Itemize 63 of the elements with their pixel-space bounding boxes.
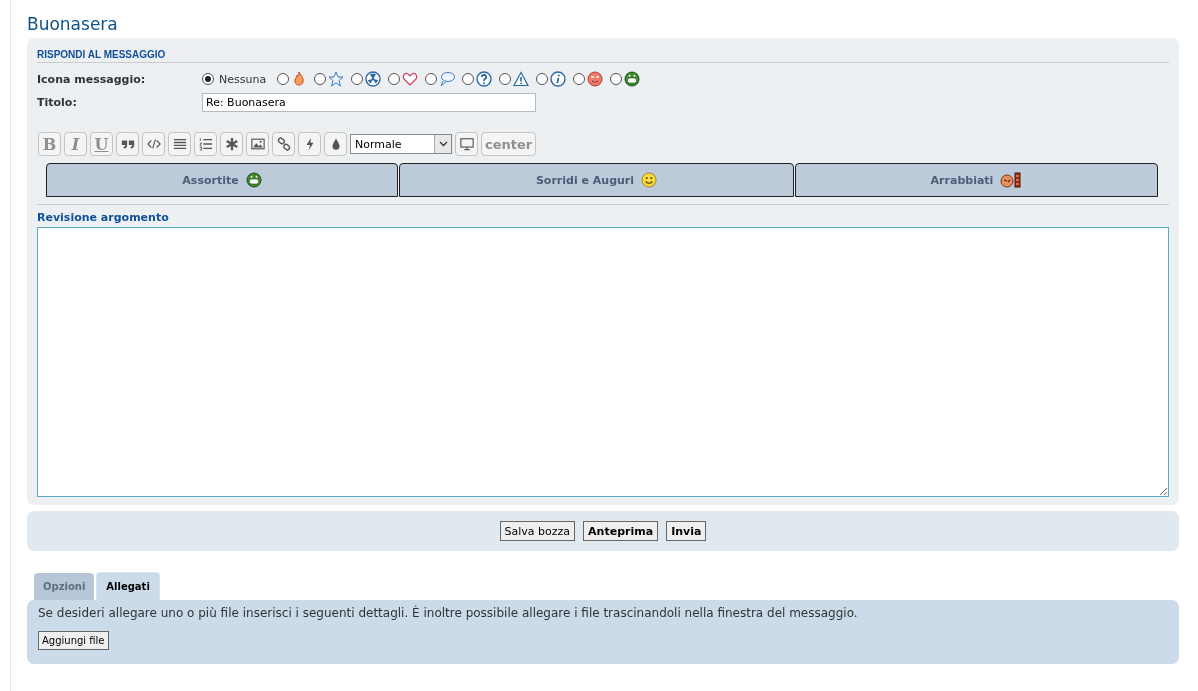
heart-icon [402, 71, 419, 87]
radio-button[interactable] [425, 73, 438, 85]
angry-face-icon [1000, 172, 1023, 188]
topic-title: Buonasera [27, 13, 119, 36]
action-button[interactable]: Salva bozza [499, 521, 576, 541]
image-button[interactable] [246, 132, 269, 156]
smiley-icon [641, 172, 658, 188]
star-icon [328, 71, 345, 87]
numlist-button[interactable] [194, 132, 217, 156]
winking-face-icon [587, 71, 604, 87]
monitor-button[interactable] [455, 132, 478, 156]
radio-button[interactable] [388, 73, 401, 85]
option-label: Nessuna [219, 72, 267, 86]
radio-button[interactable] [499, 73, 512, 85]
info-icon [550, 71, 567, 87]
warning-icon [513, 71, 530, 87]
tab[interactable]: Opzioni [34, 573, 95, 600]
bold-button[interactable]: B [38, 132, 61, 156]
title-input[interactable]: Re: Buonasera [202, 93, 536, 112]
code-button[interactable] [142, 132, 165, 156]
radio-button[interactable] [202, 73, 214, 85]
image-icon [250, 137, 265, 151]
speech-bubble-icon [439, 71, 456, 87]
numbered-list-icon [198, 137, 213, 151]
code-icon [146, 137, 161, 151]
chain-link-icon [276, 137, 291, 151]
grinning-face-icon [245, 172, 262, 188]
radiation-icon [365, 71, 382, 87]
list-button[interactable] [168, 132, 191, 156]
field-label: Icona messaggio: [37, 72, 147, 86]
quote-button[interactable] [116, 132, 139, 156]
center-button[interactable]: center [481, 132, 537, 156]
smiley-tab[interactable]: Sorridi e Auguri [399, 163, 794, 197]
asterisk-button[interactable] [220, 132, 243, 156]
section-heading: RISPONDI AL MESSAGGIO [37, 46, 1169, 63]
attachments-text: Se desideri allegare uno o più file inserisci i seguenti dettagli. È inoltre possibile allegare i file trascinandoli nella finestra del messaggio. [38, 606, 859, 620]
asterisk-icon [224, 137, 239, 151]
smiley-tab[interactable]: Assortite [46, 163, 398, 197]
field-label: Titolo: [37, 96, 78, 109]
caret-icon [438, 141, 448, 147]
font-size-select[interactable]: Normale [350, 134, 452, 154]
grinning-face-icon [624, 71, 641, 87]
smiley-tab[interactable]: Arrabbiati [795, 163, 1158, 197]
radio-button[interactable] [314, 73, 327, 85]
radio-button[interactable] [462, 73, 475, 85]
field-label: Revisione argomento [37, 211, 170, 224]
radio-button[interactable] [277, 73, 290, 85]
monitor-icon [459, 137, 474, 151]
action-button[interactable]: Invia [666, 521, 707, 541]
radio-button[interactable] [573, 73, 586, 85]
radio-button[interactable] [536, 73, 549, 85]
list-icon [172, 137, 187, 151]
flash-button[interactable] [298, 132, 321, 156]
drop-button[interactable] [324, 132, 347, 156]
question-icon [476, 71, 493, 87]
underline-button[interactable]: U [90, 132, 113, 156]
italic-button[interactable]: I [64, 132, 87, 156]
radio-button[interactable] [610, 73, 623, 85]
radio-button[interactable] [351, 73, 364, 85]
add-file-button[interactable]: Aggiungi file [38, 631, 109, 650]
link-button[interactable] [272, 132, 295, 156]
tab[interactable]: Allegati [96, 572, 160, 600]
action-button[interactable]: Anteprima [583, 521, 659, 541]
